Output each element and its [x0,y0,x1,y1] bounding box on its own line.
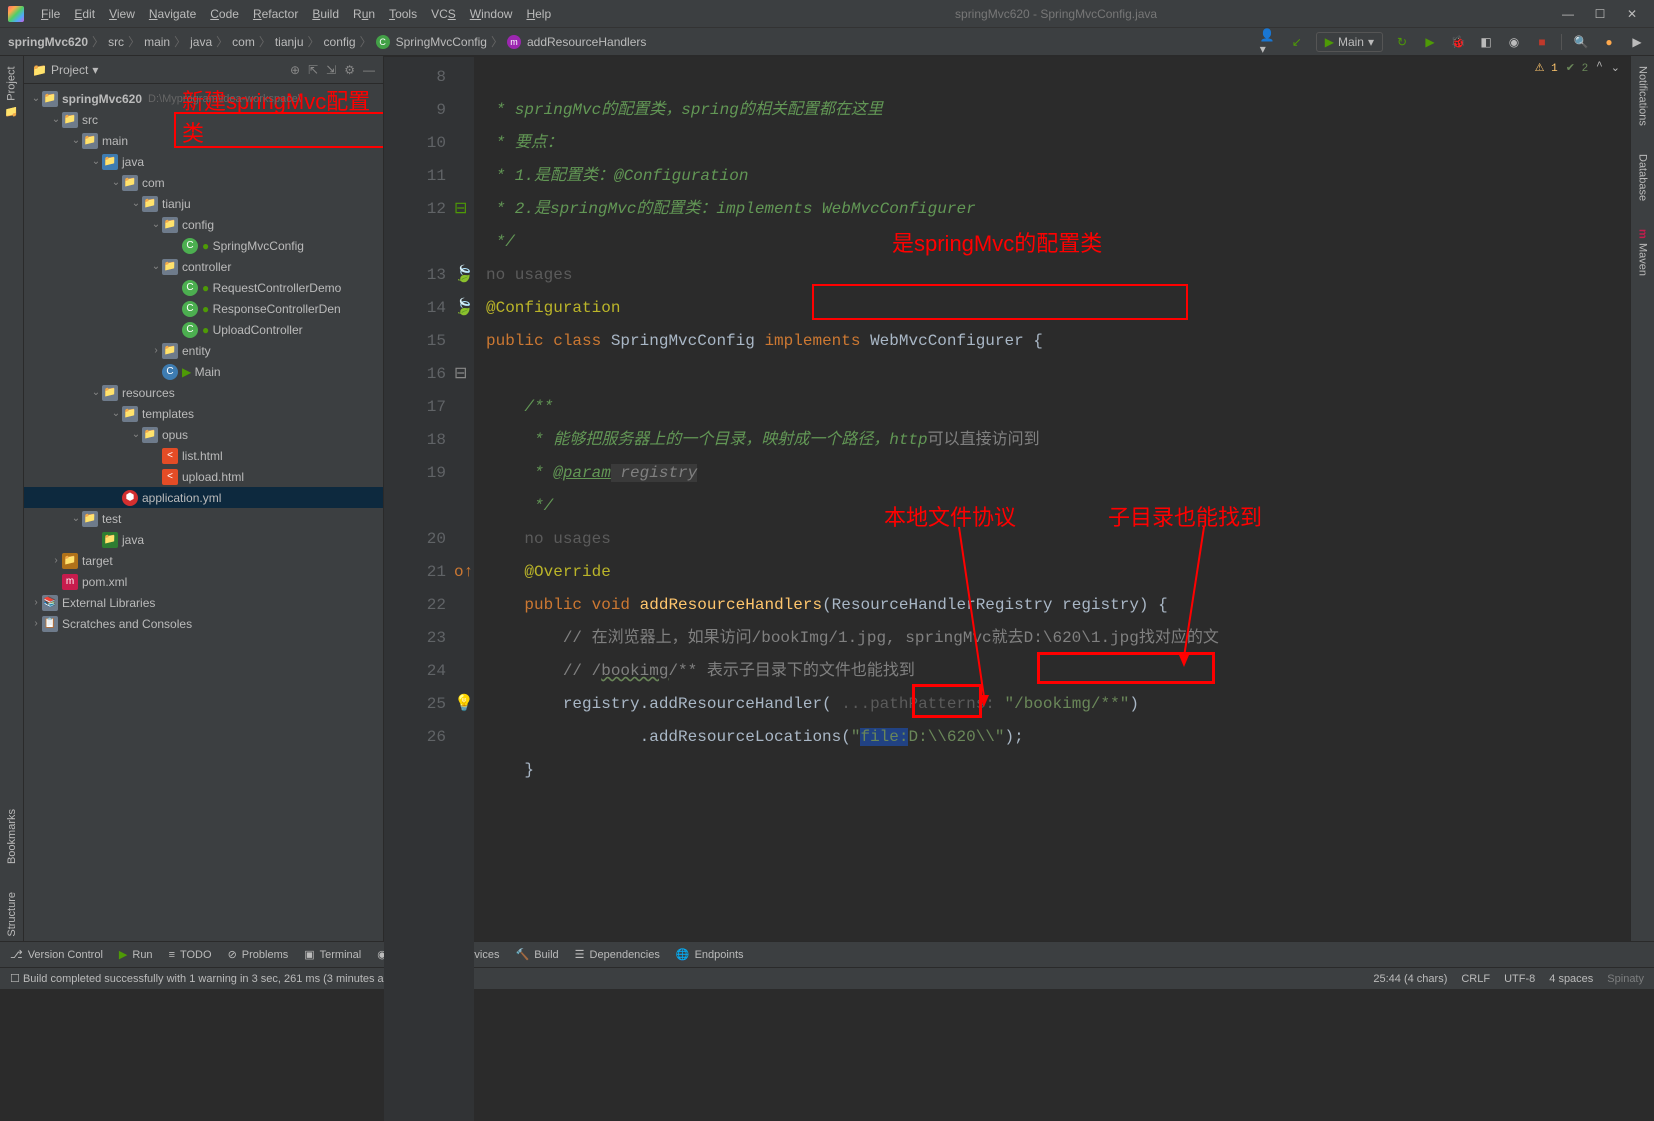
expand-all-icon[interactable]: ⇱ [308,63,318,77]
gutter-icons: ⊟ 🍃🍃 ⊟ o↑ 💡 [454,57,474,1121]
tree-root[interactable]: ⌄📁springMvc620D:\Myprogram\idea-workspac… [24,88,383,109]
tree-pom[interactable]: mpom.xml [24,571,383,592]
gear-icon[interactable]: ⚙ [344,63,355,77]
structure-tool-button[interactable]: Structure [6,888,18,941]
navbar: springMvc620〉 src〉 main〉 java〉 com〉 tian… [0,28,1654,56]
menu-navigate[interactable]: Navigate [142,7,203,21]
user-icon[interactable]: 👤▾ [1260,33,1278,51]
menu-help[interactable]: Help [519,7,558,21]
annotation-3: 本地文件协议 [884,501,1016,534]
tree-external[interactable]: ›📚External Libraries [24,592,383,613]
coverage-button[interactable]: ◧ [1477,33,1495,51]
tree-src[interactable]: ⌄📁src [24,109,383,130]
tree-app-yml[interactable]: ⬢application.yml [24,487,383,508]
breadcrumb[interactable]: springMvc620〉 src〉 main〉 java〉 com〉 tian… [8,33,646,50]
stop-button[interactable]: ■ [1533,33,1551,51]
terminal-button[interactable]: ▣ Terminal [304,948,361,961]
intellij-icon [8,6,24,22]
tree-opus[interactable]: ⌄📁opus [24,424,383,445]
window-close[interactable]: ✕ [1618,4,1646,24]
menu-window[interactable]: Window [463,7,520,21]
tree-request-controller[interactable]: C● RequestControllerDemo [24,277,383,298]
tree-test-java[interactable]: 📁java [24,529,383,550]
line-gutter[interactable]: 89101112 13141516171819 20212223242526 [384,57,454,1121]
git-update-icon[interactable]: ↙ [1288,33,1306,51]
editor-area: Main.java× ResponseControllerDemo.java× … [384,56,1630,941]
project-tool-button[interactable]: 📁 Project [5,62,18,122]
status-message: Build completed successfully with 1 warn… [23,973,400,985]
run-tool-button[interactable]: ▶ Run [119,948,153,961]
menu-view[interactable]: View [102,7,142,21]
database-tool-button[interactable]: Database [1637,150,1649,205]
project-panel: 📁 Project ▾ ⊕ ⇱ ⇲ ⚙ — 新建springMvc配置类 ⌄📁s… [24,56,384,941]
pathpattern-highlight-box [1037,652,1215,684]
tree-response-controller[interactable]: C● ResponseControllerDen [24,298,383,319]
menu-run[interactable]: Run [346,7,382,21]
tree-list-html[interactable]: <list.html [24,445,383,466]
annotation-4: 子目录也能找到 [1108,501,1262,534]
menu-edit[interactable]: Edit [67,7,102,21]
annotation-2: 是springMvc的配置类 [892,227,1102,260]
problems-button[interactable]: ⊘ Problems [228,948,289,961]
bookmarks-tool-button[interactable]: Bookmarks [6,805,18,868]
collapse-icon[interactable]: ⇲ [326,63,336,77]
menu-vcs[interactable]: VCS [424,7,463,21]
notifications-tool-button[interactable]: Notifications [1637,62,1649,130]
watermark: Spinaty [1607,973,1644,985]
hide-icon[interactable]: — [363,63,375,77]
tree-main-class[interactable]: C▶ Main [24,361,383,382]
menu-refactor[interactable]: Refactor [246,7,305,21]
debug-button[interactable]: 🐞 [1449,33,1467,51]
left-tool-strip: 📁 Project Bookmarks Structure [0,56,24,941]
menu-tools[interactable]: Tools [382,7,424,21]
select-opened-icon[interactable]: ⊕ [290,63,300,77]
tree-springmvcconfig[interactable]: C● SpringMvcConfig [24,235,383,256]
tree-tianju[interactable]: ⌄📁tianju [24,193,383,214]
code-editor[interactable]: ⚠ 1 ✔ 2 ^⌄ 89101112 13141516171819 20212… [384,57,1630,1121]
implements-highlight-box [812,284,1188,320]
window-title: springMvc620 - SpringMvcConfig.java [558,7,1554,21]
tree-target[interactable]: ›📁target [24,550,383,571]
code-body[interactable]: * springMvc的配置类，spring的相关配置都在这里 * 要点： * … [474,57,1630,1121]
project-tree[interactable]: 新建springMvc配置类 ⌄📁springMvc620D:\Myprogra… [24,84,383,941]
tree-com[interactable]: ⌄📁com [24,172,383,193]
menu-file[interactable]: File [34,7,67,21]
tree-resources[interactable]: ⌄📁resources [24,382,383,403]
rerun-button[interactable]: ↻ [1393,33,1411,51]
tree-java[interactable]: ⌄📁java [24,151,383,172]
tree-entity[interactable]: ›📁entity [24,340,383,361]
titlebar: File Edit View Navigate Code Refactor Bu… [0,0,1654,28]
project-panel-title[interactable]: 📁 Project ▾ [32,63,98,77]
profile-button[interactable]: ◉ [1505,33,1523,51]
class-icon: C [376,35,390,49]
tree-config[interactable]: ⌄📁config [24,214,383,235]
status-indicator[interactable]: ☐ [10,972,20,985]
window-maximize[interactable]: ☐ [1586,4,1614,24]
menu-code[interactable]: Code [203,7,246,21]
todo-button[interactable]: ≡ TODO [169,949,212,961]
menu-build[interactable]: Build [305,7,346,21]
window-minimize[interactable]: — [1554,4,1582,24]
toolbox-button[interactable]: ▶ [1628,33,1646,51]
tree-upload-html[interactable]: <upload.html [24,466,383,487]
tree-scratches[interactable]: ›📋Scratches and Consoles [24,613,383,634]
tree-controller[interactable]: ⌄📁controller [24,256,383,277]
tree-templates[interactable]: ⌄📁templates [24,403,383,424]
version-control-button[interactable]: ⎇ Version Control [10,948,103,961]
run-config-selector[interactable]: ▶Main▾ [1316,32,1383,52]
search-button[interactable]: 🔍 [1572,33,1590,51]
arrow-1 [954,527,994,707]
ide-features-button[interactable]: ● [1600,33,1618,51]
tree-main[interactable]: ⌄📁main [24,130,383,151]
method-icon: m [507,35,521,49]
right-tool-strip: Notifications Database m Maven [1630,56,1654,941]
maven-tool-button[interactable]: m Maven [1637,225,1649,280]
run-button[interactable]: ▶ [1421,33,1439,51]
breadcrumb-project[interactable]: springMvc620 [8,35,88,49]
tree-test[interactable]: ⌄📁test [24,508,383,529]
tree-upload-controller[interactable]: C● UploadController [24,319,383,340]
